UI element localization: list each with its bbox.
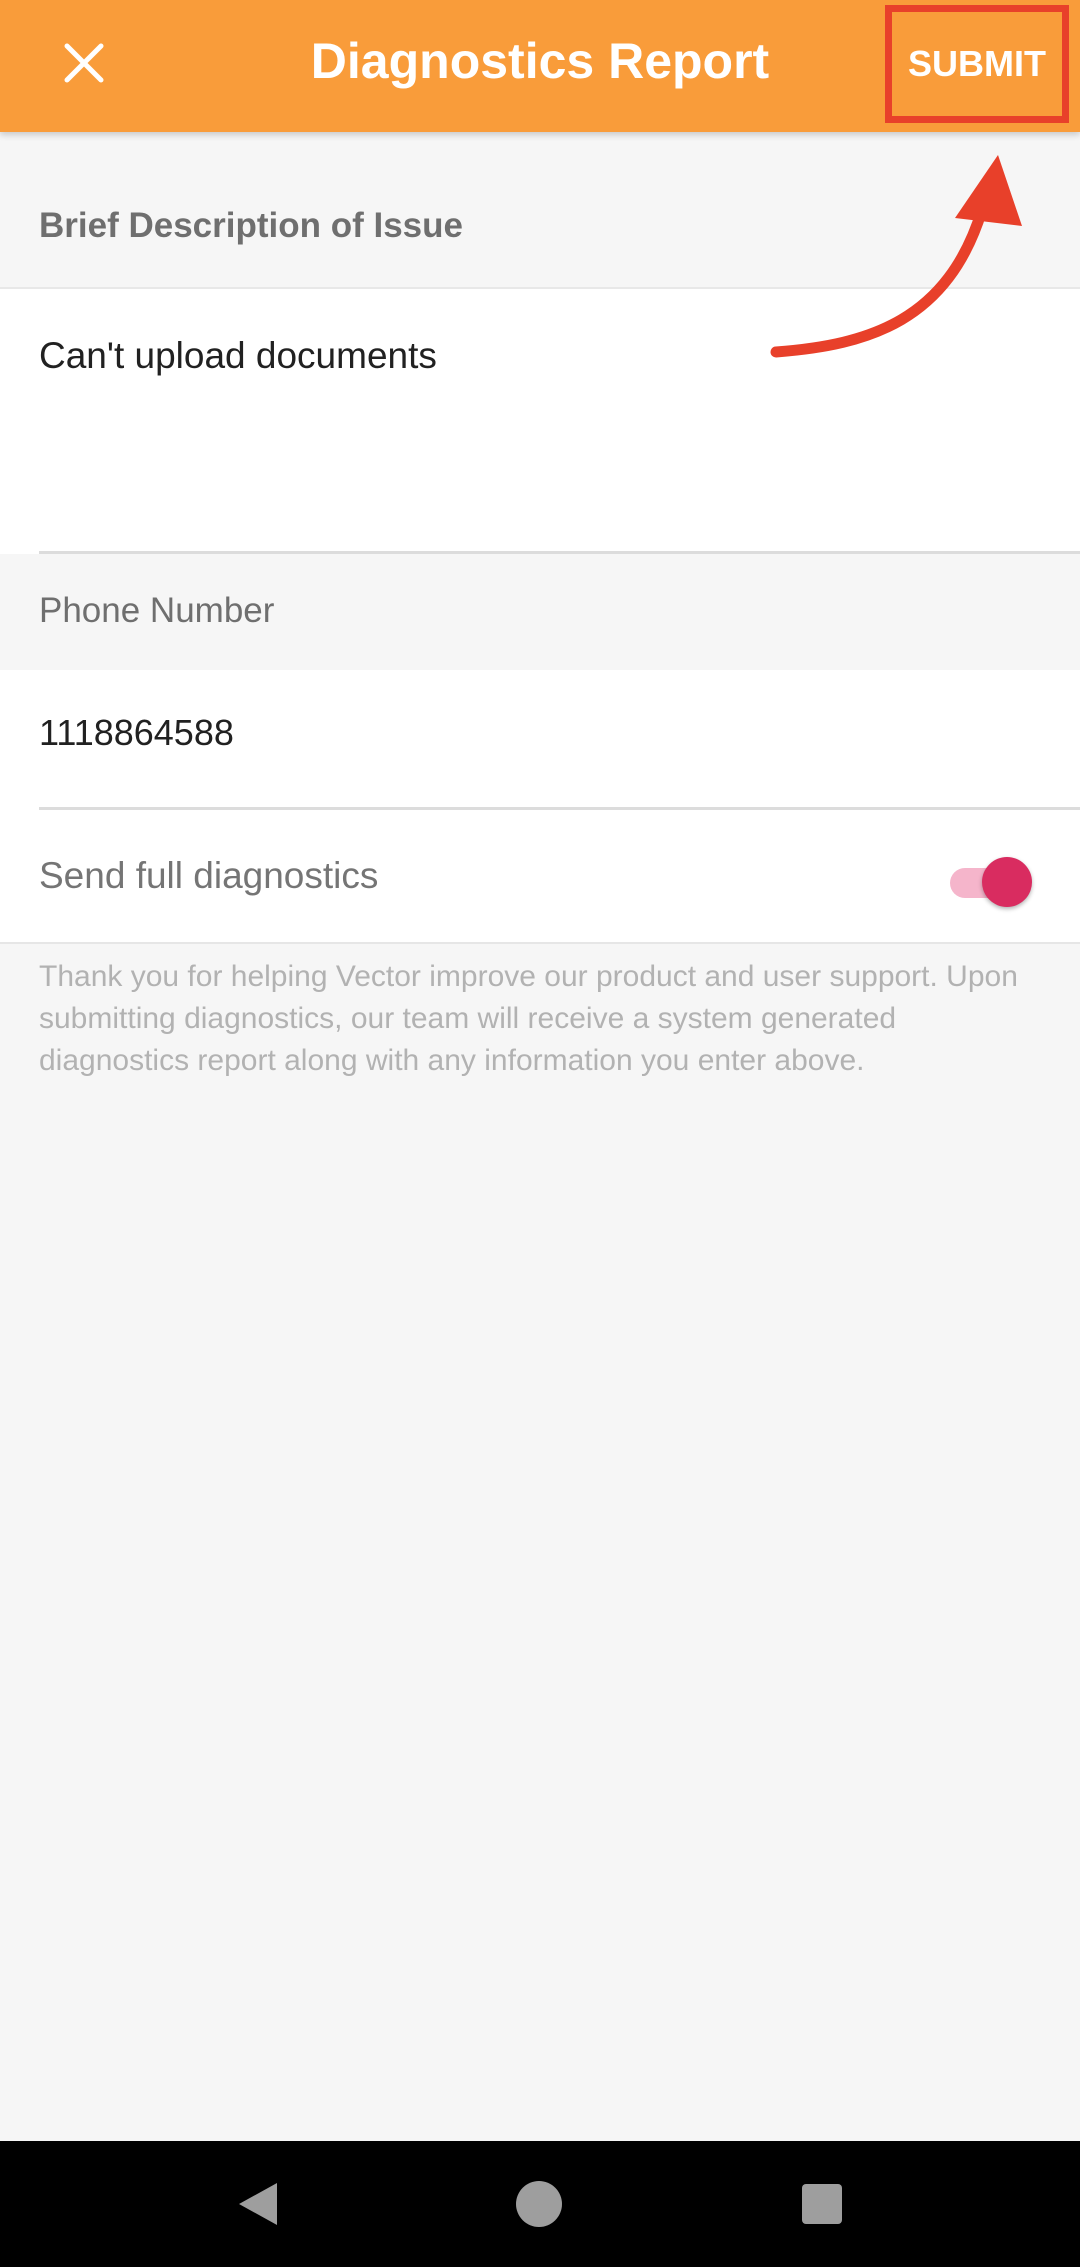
description-header: Brief Description of Issue	[39, 205, 463, 245]
close-icon	[64, 43, 104, 83]
nav-back-button[interactable]	[218, 2164, 298, 2244]
submit-button[interactable]: SUBMIT	[885, 5, 1069, 123]
phone-field[interactable]: 1118864588	[0, 670, 1080, 810]
app-bar: Diagnostics Report SUBMIT	[0, 0, 1080, 132]
diagnostics-info-text: Thank you for helping Vector improve our…	[39, 960, 1018, 1077]
nav-home-button[interactable]	[499, 2164, 579, 2244]
home-icon	[516, 2181, 562, 2227]
description-field[interactable]: Can't upload documents	[0, 287, 1080, 554]
page-title: Diagnostics Report	[310, 33, 770, 89]
diagnostics-toggle-row: Send full diagnostics	[0, 810, 1080, 944]
phone-value[interactable]: 1118864588	[39, 712, 234, 754]
diagnostics-toggle-switch[interactable]	[946, 854, 1036, 908]
diagnostics-toggle-label: Send full diagnostics	[39, 855, 379, 896]
nav-recents-button[interactable]	[782, 2164, 862, 2244]
close-button[interactable]	[39, 18, 129, 108]
system-nav-bar	[0, 2141, 1080, 2267]
back-icon	[239, 2183, 277, 2225]
description-value[interactable]: Can't upload documents	[39, 335, 437, 377]
toggle-thumb	[982, 857, 1032, 907]
recents-icon	[802, 2184, 842, 2224]
phone-header: Phone Number	[39, 591, 275, 630]
